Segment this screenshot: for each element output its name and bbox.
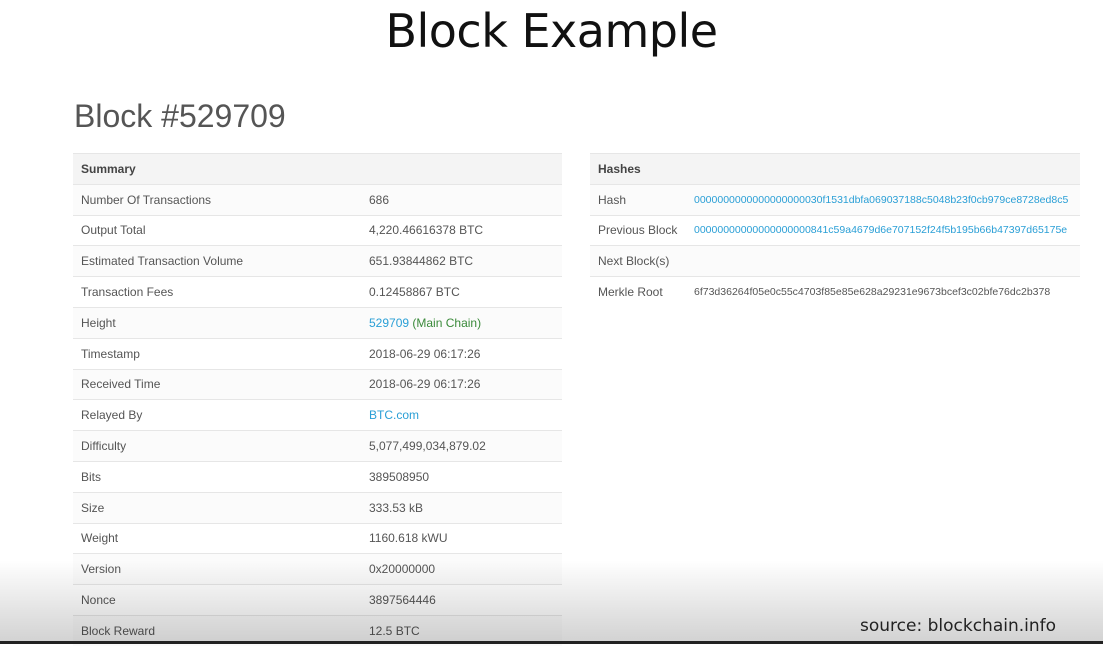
- hashes-table: Hashes Hash 0000000000000000000030f1531db…: [590, 153, 1080, 308]
- row-value: 0.12458867 BTC: [361, 276, 562, 308]
- table-row: Weight 1160.618 kWU: [73, 522, 562, 554]
- table-row: Output Total 4,220.46616378 BTC: [73, 214, 562, 246]
- value-text: 1160.618 kWU: [369, 531, 448, 546]
- table-row: Next Block(s): [590, 245, 1080, 277]
- value-text: 686: [369, 192, 390, 207]
- block-title: Block #529709: [74, 98, 286, 134]
- table-row: Estimated Transaction Volume 651.93844862…: [73, 245, 562, 277]
- row-value: 4,220.46616378 BTC: [361, 214, 562, 246]
- table-row: Number Of Transactions 686: [73, 183, 562, 216]
- value-text: 389508950: [369, 469, 430, 484]
- row-value: 00000000000000000000841c59a4679d6e707152…: [694, 214, 1080, 246]
- value-link[interactable]: BTC.com: [369, 408, 419, 422]
- value-text: 12.5 BTC: [369, 624, 420, 639]
- row-value: [694, 245, 1080, 277]
- value-text: 4,220.46616378 BTC: [369, 223, 484, 238]
- summary-header: Summary: [73, 153, 562, 185]
- table-row: Timestamp 2018-06-29 06:17:26: [73, 337, 562, 370]
- value-text: 3897564446: [369, 593, 436, 608]
- value-text: 5,077,499,034,879.02: [369, 439, 486, 454]
- row-label: Previous Block: [590, 214, 694, 246]
- source-caption: source: blockchain.info: [860, 616, 1057, 636]
- row-label: Output Total: [73, 214, 361, 246]
- row-value: 0000000000000000000030f1531dbfa069037188…: [694, 183, 1080, 216]
- row-value: 2018-06-29 06:17:26: [361, 368, 562, 400]
- row-value: 1160.618 kWU: [361, 522, 562, 554]
- row-value: 0x20000000: [361, 553, 562, 585]
- value-link[interactable]: 0000000000000000000030f1531dbfa069037188…: [694, 194, 1068, 206]
- table-row: Difficulty 5,077,499,034,879.02: [73, 430, 562, 462]
- row-value: BTC.com: [361, 399, 562, 431]
- row-value: 651.93844862 BTC: [361, 245, 562, 277]
- table-row: Bits 389508950: [73, 460, 562, 493]
- value-text: 0.12458867 BTC: [369, 285, 460, 300]
- value-text: 2018-06-29 06:17:26: [369, 377, 481, 392]
- table-row: Previous Block 00000000000000000000841c59…: [590, 214, 1080, 246]
- value-link[interactable]: 529709: [369, 316, 409, 330]
- row-label: Estimated Transaction Volume: [73, 245, 361, 277]
- value-text: 333.53 kB: [369, 500, 424, 515]
- row-value: 3897564446: [361, 584, 562, 616]
- row-label: Merkle Root: [590, 276, 694, 308]
- row-label: Bits: [73, 460, 361, 493]
- table-row: Received Time 2018-06-29 06:17:26: [73, 368, 562, 400]
- row-label: Received Time: [73, 368, 361, 400]
- value-text: 6f73d36264f05e0c55c4703f85e85e628a29231e…: [694, 286, 1051, 299]
- row-label: Version: [73, 553, 361, 585]
- table-row: Nonce 3897564446: [73, 584, 562, 616]
- summary-table: Summary Number Of Transactions 686 Output …: [73, 153, 562, 646]
- value-link[interactable]: 00000000000000000000841c59a4679d6e707152…: [694, 224, 1067, 236]
- table-row: Version 0x20000000: [73, 553, 562, 585]
- row-label: Number Of Transactions: [73, 183, 361, 216]
- row-label: Hash: [590, 183, 694, 216]
- table-row: Relayed By BTC.com: [73, 399, 562, 431]
- value-text: 651.93844862 BTC: [369, 254, 474, 269]
- slide-title: Block Example: [385, 4, 718, 58]
- row-label: Height: [73, 306, 361, 339]
- row-value: 2018-06-29 06:17:26: [361, 337, 562, 370]
- row-label: Nonce: [73, 584, 361, 616]
- row-value: 333.53 kB: [361, 491, 562, 524]
- row-label: Transaction Fees: [73, 276, 361, 308]
- value-text: 2018-06-29 06:17:26: [369, 346, 481, 361]
- row-label: Size: [73, 491, 361, 524]
- row-value: 5,077,499,034,879.02: [361, 430, 562, 462]
- table-row: Size 333.53 kB: [73, 491, 562, 524]
- value-text: 0x20000000: [369, 562, 436, 577]
- row-value: 529709 (Main Chain): [361, 306, 562, 339]
- row-value: 6f73d36264f05e0c55c4703f85e85e628a29231e…: [694, 276, 1080, 308]
- table-row: Hash 0000000000000000000030f1531dbfa06903…: [590, 183, 1080, 216]
- row-label: Next Block(s): [590, 245, 694, 277]
- row-value: 389508950: [361, 460, 562, 493]
- hashes-header: Hashes: [590, 153, 1080, 185]
- row-label: Difficulty: [73, 430, 361, 462]
- row-label: Relayed By: [73, 399, 361, 431]
- table-row: Transaction Fees 0.12458867 BTC: [73, 276, 562, 308]
- row-value: 686: [361, 183, 562, 216]
- row-label: Timestamp: [73, 337, 361, 370]
- table-row: Height 529709 (Main Chain): [73, 306, 562, 339]
- main-chain-label: (Main Chain): [412, 315, 482, 330]
- row-label: Weight: [73, 522, 361, 554]
- table-row: Merkle Root 6f73d36264f05e0c55c4703f85e85…: [590, 276, 1080, 308]
